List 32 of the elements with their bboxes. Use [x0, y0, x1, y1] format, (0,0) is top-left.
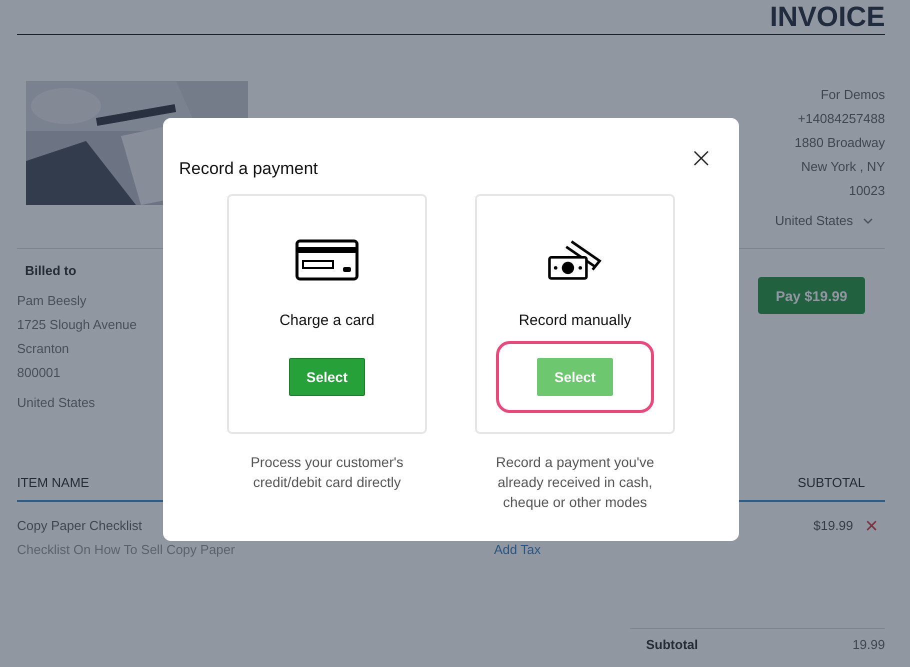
chevron-down-icon: [863, 218, 873, 224]
credit-card-icon: [295, 238, 359, 282]
country-select[interactable]: United States: [774, 213, 885, 228]
billing-address-line: Scranton: [17, 340, 70, 358]
total-label: Subtotal: [646, 637, 698, 652]
sender-address-line: +14084257488: [798, 110, 885, 128]
pay-button[interactable]: Pay $19.99: [758, 277, 865, 314]
billed-to-heading: Billed to: [24, 262, 78, 280]
remove-icon[interactable]: ×: [865, 514, 878, 538]
close-button[interactable]: ×: [680, 146, 723, 170]
total-value: 19.99: [852, 637, 885, 652]
option-description: Record a payment you've already received in cash, cheque or other modes: [494, 453, 656, 512]
dialog-title: Record a payment: [179, 158, 318, 179]
billing-address-line: Pam Beesly: [17, 292, 88, 310]
billing-address-line: 800001: [17, 364, 62, 382]
sender-address-line: 10023: [848, 182, 885, 200]
option-label: Record manually: [518, 312, 632, 329]
sender-address-line: 1880 Broadway: [794, 134, 885, 152]
sender-address-line: For Demos: [820, 86, 885, 104]
add-tax-link[interactable]: Add Tax: [494, 538, 541, 562]
option-label: Charge a card: [279, 312, 375, 329]
select-button[interactable]: Select: [289, 358, 365, 396]
sender-address-line: New York , NY: [801, 158, 885, 176]
item-subtotal: $19.99: [813, 517, 854, 535]
invoice-title: INVOICE: [770, 1, 885, 33]
option-description: Process your customer's credit/debit card directly: [250, 453, 404, 492]
column-header: ITEM NAME: [17, 475, 90, 490]
billing-country: United States: [17, 394, 96, 412]
select-button[interactable]: Select: [537, 358, 613, 396]
column-header: SUBTOTAL: [798, 475, 865, 490]
billing-address-line: 1725 Slough Avenue: [17, 316, 137, 334]
item-name: Copy Paper Checklist: [17, 517, 143, 535]
